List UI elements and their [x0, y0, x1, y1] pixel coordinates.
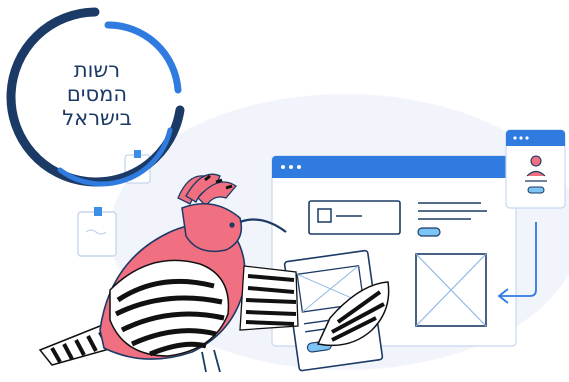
pin-icon [94, 207, 102, 216]
pin-icon [134, 150, 141, 158]
logo-line-2: המסים [66, 82, 128, 106]
logo-line-3: בישראל [62, 106, 132, 130]
logo-line-1: רשות [73, 58, 121, 82]
logo-text: רשות המסים בישראל [38, 58, 156, 130]
neck-stripes [239, 265, 299, 331]
profile-card-window [505, 129, 566, 209]
hero-illustration: רשות המסים בישראל [0, 0, 569, 378]
floating-note-left [77, 207, 117, 257]
illustration-svg [6, 7, 569, 373]
bird-eye [229, 222, 235, 228]
